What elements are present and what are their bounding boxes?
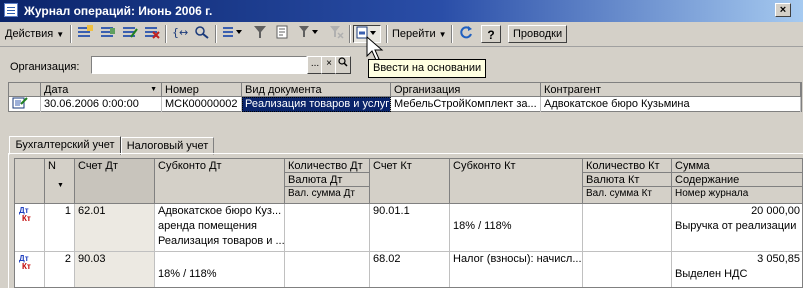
find-icon[interactable]: [192, 25, 212, 43]
postings-header-qty-dt[interactable]: Количество Дт: [285, 159, 370, 173]
postings-header-sub-dt[interactable]: Субконто Дт: [155, 159, 285, 204]
journal-table: Дата ▼ Номер Вид документа Организация Ко…: [8, 82, 802, 112]
journal-cell-org[interactable]: МебельСтройКомплект за...: [391, 97, 541, 112]
journal-cell-number[interactable]: МСК00000002: [162, 97, 242, 112]
actions-menu-label: Действия: [5, 28, 54, 40]
toolbar-separator: [451, 25, 453, 43]
postings-header-sum[interactable]: Сумма: [672, 159, 802, 173]
delete-icon[interactable]: [142, 25, 162, 43]
list-settings-icon[interactable]: [220, 25, 248, 43]
postings-header-qty-kt[interactable]: Количество Кт: [583, 159, 672, 173]
goto-menu-button[interactable]: Перейти ▼: [392, 25, 447, 43]
help-button[interactable]: ?: [481, 25, 501, 43]
toolbar-separator: [215, 25, 217, 43]
toolbar-separator: [70, 25, 72, 43]
tooltip: Ввести на основании: [368, 59, 487, 78]
journal-cell-doctype[interactable]: Реализация товаров и услуг: [242, 97, 391, 112]
goto-menu-label: Перейти: [392, 28, 436, 40]
posting-cell-sub-kt2[interactable]: 18% / 118%: [450, 219, 582, 234]
org-label: Организация:: [10, 61, 80, 73]
edit-icon[interactable]: [120, 25, 140, 43]
posting-dt-kt-icon: Дт Кт: [19, 254, 31, 271]
posting-cell-sub-dt3[interactable]: Реализация товаров и ...: [155, 234, 284, 249]
toolbar: Действия ▼ {↔} Перейти ▼ ? Проводк: [0, 22, 803, 47]
journal-icon-header: [9, 83, 41, 97]
interval-icon[interactable]: {↔}: [170, 25, 195, 43]
postings-header-cur-dt[interactable]: Валюта Дт: [285, 173, 370, 187]
journal-cell-date[interactable]: 30.06.2006 0:00:00: [41, 97, 162, 112]
toolbar-separator: [386, 25, 388, 43]
add-icon[interactable]: [75, 25, 95, 43]
posting-cell-content[interactable]: Выделен НДС: [672, 267, 802, 282]
grid-divider: [582, 204, 583, 287]
postings-header-valsum-kt[interactable]: Вал. сумма Кт: [583, 187, 672, 204]
copy-icon[interactable]: [98, 25, 118, 43]
chevron-down-icon: ▼: [56, 30, 65, 39]
posting-cell-acc-kt[interactable]: 90.01.1: [370, 204, 449, 219]
postings-header-n[interactable]: N ▼: [45, 159, 75, 204]
posting-cell-sub-dt2[interactable]: 18% / 118%: [155, 267, 284, 282]
filter-icon[interactable]: [250, 25, 270, 43]
postings-header-cur-kt[interactable]: Валюта Кт: [583, 173, 672, 187]
org-input[interactable]: [91, 56, 307, 74]
posting-cell-acc-dt[interactable]: 62.01: [75, 204, 154, 219]
document-posted-icon: [9, 97, 41, 112]
posting-dt-kt-icon: Дт Кт: [19, 206, 31, 223]
journal-header-doctype[interactable]: Вид документа: [242, 83, 391, 97]
sort-desc-icon: ▼: [57, 182, 64, 189]
postings-header-valsum-dt[interactable]: Вал. сумма Дт: [285, 187, 370, 204]
postings-header-content[interactable]: Содержание: [672, 173, 802, 187]
posting-cell-content[interactable]: Выручка от реализации: [672, 219, 802, 234]
org-search-button[interactable]: [335, 56, 351, 74]
window-close-button[interactable]: ×: [775, 3, 791, 17]
journal-window-icon: [4, 3, 18, 17]
posting-cell-sub-dt2[interactable]: аренда помещения: [155, 219, 284, 234]
posting-cell-sum[interactable]: 20 000,00: [672, 204, 802, 219]
posting-cell-n[interactable]: 1: [45, 204, 74, 219]
toolbar-separator: [165, 25, 167, 43]
search-icon: [338, 57, 348, 67]
toolbar-separator: [349, 25, 351, 43]
posting-cell-acc-kt[interactable]: 68.02: [370, 252, 449, 267]
postings-header-acc-dt[interactable]: Счет Дт: [75, 159, 155, 204]
postings-header-sub-kt[interactable]: Субконто Кт: [450, 159, 583, 204]
journal-header-number[interactable]: Номер: [162, 83, 242, 97]
posting-cell-sub-kt1[interactable]: [450, 204, 582, 219]
postings-table: N ▼ Счет Дт Субконто Дт Количество Дт Вал…: [14, 158, 803, 288]
window-title: Журнал операций: Июнь 2006 г.: [24, 4, 213, 18]
journal-cell-counterparty[interactable]: Адвокатское бюро Кузьмина: [541, 97, 801, 112]
filter-history-icon[interactable]: [296, 25, 322, 43]
chevron-down-icon: ▼: [438, 30, 447, 39]
journal-header-org[interactable]: Организация: [391, 83, 541, 97]
posting-cell-acc-dt[interactable]: 90.03: [75, 252, 154, 267]
sort-desc-icon: ▼: [150, 86, 157, 93]
journal-header-counterparty[interactable]: Контрагент: [541, 83, 801, 97]
refresh-icon[interactable]: [456, 25, 476, 43]
posting-cell-sub-dt1[interactable]: Адвокатское бюро Куз...: [155, 204, 284, 219]
posting-cell-sub-kt1[interactable]: Налог (взносы): начисл...: [450, 252, 582, 267]
postings-header-acc-kt[interactable]: Счет Кт: [370, 159, 450, 204]
svg-text:{↔}: {↔}: [172, 26, 189, 39]
postings-button[interactable]: Проводки: [508, 25, 568, 43]
postings-icon-header: [15, 159, 45, 204]
grid-divider: [284, 204, 285, 287]
window-title-bar: Журнал операций: Июнь 2006 г. ×: [0, 0, 803, 22]
postings-header-journal-no[interactable]: Номер журнала: [672, 187, 802, 204]
journal-header-date[interactable]: Дата ▼: [41, 83, 162, 97]
posting-cell-sum[interactable]: 3 050,85: [672, 252, 802, 267]
filter-value-icon[interactable]: [272, 25, 292, 43]
clear-filter-icon[interactable]: [326, 25, 346, 43]
posting-cell-n[interactable]: 2: [45, 252, 74, 267]
actions-menu-button[interactable]: Действия ▼: [5, 25, 64, 43]
